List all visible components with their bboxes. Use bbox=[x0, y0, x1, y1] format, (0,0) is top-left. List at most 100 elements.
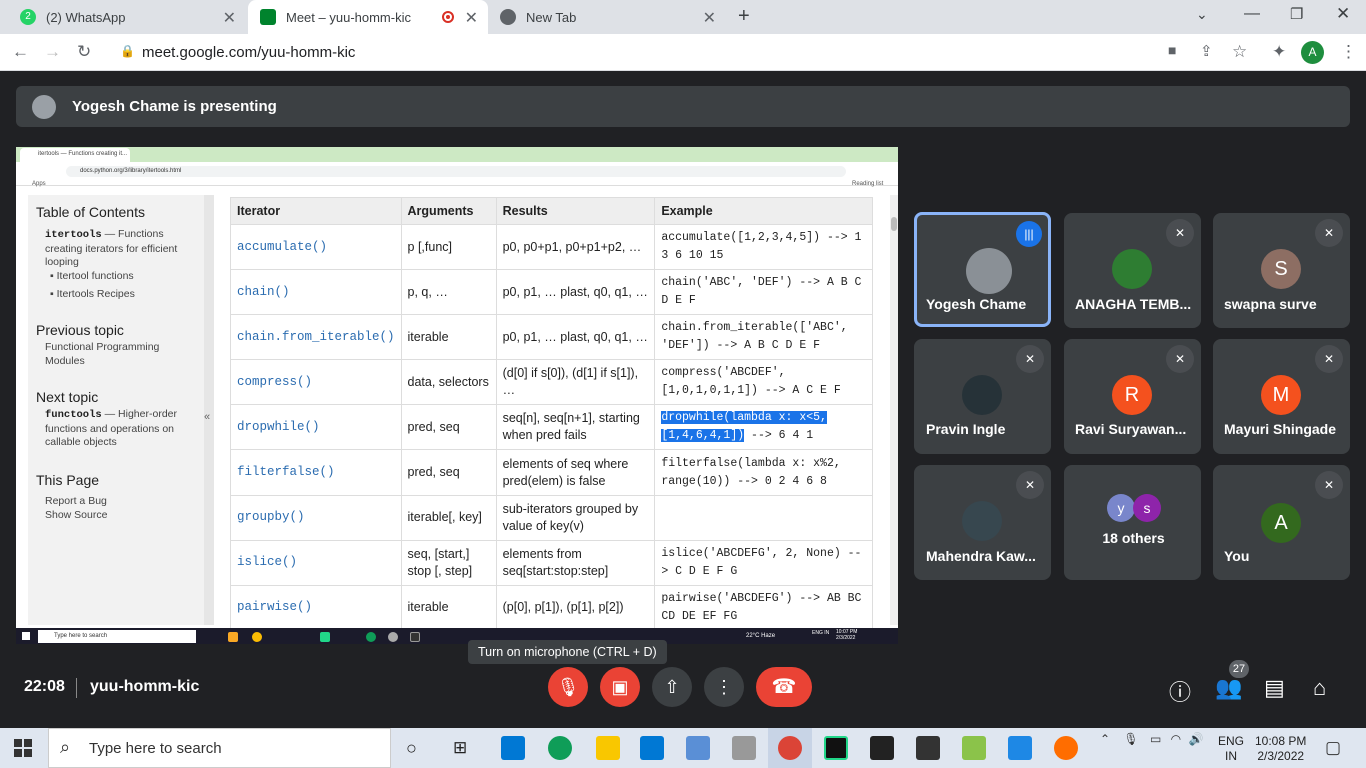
tab-label: New Tab bbox=[526, 9, 577, 25]
avatar: R bbox=[1112, 375, 1152, 415]
profile-avatar[interactable]: A bbox=[1301, 41, 1324, 64]
tab-new-tab[interactable]: New Tab ✕ bbox=[488, 0, 726, 34]
app-icon[interactable] bbox=[686, 736, 710, 760]
share-icon[interactable]: ⇪ bbox=[1200, 42, 1213, 60]
present-icon: ⇧ bbox=[664, 677, 680, 697]
microphone-icon[interactable]: 🎙 bbox=[1123, 732, 1138, 746]
tab-search-icon[interactable]: ⌄ bbox=[1196, 6, 1208, 23]
participant-tile[interactable]: S ✕ swapna surve bbox=[1213, 213, 1350, 328]
participant-tile[interactable]: M ✕ Mayuri Shingade bbox=[1213, 339, 1350, 454]
pycharm-icon[interactable] bbox=[824, 736, 848, 760]
address-bar[interactable]: 🔒 meet.google.com/yuu-homm-kic bbox=[108, 39, 1153, 66]
extensions-icon[interactable]: ✦ bbox=[1272, 42, 1286, 62]
table-row: dropwhile() pred, seq seq[n], seq[n+1], st… bbox=[230, 404, 873, 451]
app-icon[interactable] bbox=[1054, 736, 1078, 760]
reload-icon[interactable]: ↻ bbox=[77, 42, 91, 62]
table-row: islice() seq, [start,] stop [, step] eleme… bbox=[230, 539, 873, 586]
sidebar-collapse-strip bbox=[204, 195, 214, 625]
chat-icon[interactable]: ▤ bbox=[1264, 675, 1285, 701]
maximize-icon[interactable]: ❐ bbox=[1290, 5, 1303, 23]
shared-reading-list: Reading list bbox=[852, 181, 884, 187]
store-icon[interactable] bbox=[640, 736, 664, 760]
terminal-icon[interactable] bbox=[870, 736, 894, 760]
participant-tile[interactable]: ✕ Mahendra Kaw... bbox=[914, 465, 1051, 580]
windows-start-icon[interactable] bbox=[14, 739, 32, 757]
participant-tile[interactable]: ✕ ANAGHA TEMB... bbox=[1064, 213, 1201, 328]
chevron-up-icon[interactable]: ⌃ bbox=[1100, 732, 1110, 746]
people-count-badge: 27 bbox=[1229, 660, 1249, 678]
system-tray: ⌃ 🎙 ▭ ◠ 🔊 bbox=[1100, 732, 1203, 746]
participant-tile[interactable]: ||| Yogesh Chame bbox=[914, 212, 1051, 327]
wifi-icon[interactable]: ◠ bbox=[1171, 732, 1181, 746]
others-tile[interactable]: y s bbox=[1064, 465, 1201, 580]
table-row: filterfalse() pred, seq elements of seq wh… bbox=[230, 449, 873, 496]
people-icon[interactable]: 👥 bbox=[1215, 675, 1242, 701]
next-heading: Next topic bbox=[36, 389, 99, 405]
cell-example bbox=[654, 494, 873, 541]
tab-meet[interactable]: Meet – yuu-homm-kic ✕ bbox=[248, 0, 488, 34]
close-icon[interactable]: ✕ bbox=[703, 8, 716, 28]
language-indicator[interactable]: ENG IN bbox=[1218, 734, 1244, 764]
close-icon[interactable]: ✕ bbox=[223, 8, 236, 28]
camera-toggle-button[interactable]: ▣ bbox=[600, 667, 640, 707]
file-explorer-icon[interactable] bbox=[596, 736, 620, 760]
forward-icon[interactable]: → bbox=[44, 42, 61, 62]
phone-icon: ☎ bbox=[771, 676, 797, 698]
close-icon[interactable]: ✕ bbox=[465, 8, 478, 28]
cortana-icon[interactable]: ○ bbox=[406, 738, 417, 759]
mic-off-icon: ✕ bbox=[1166, 345, 1194, 373]
shared-tab-strip bbox=[16, 147, 898, 162]
minimize-icon[interactable]: — bbox=[1244, 5, 1260, 23]
avatar bbox=[1112, 249, 1152, 289]
cell-args: p [,func] bbox=[400, 223, 497, 271]
camera-off-icon: ▣ bbox=[611, 677, 629, 697]
whatsapp-icon: 2 bbox=[20, 9, 36, 25]
cell-example: dropwhile(lambda x: x<5, [1,4,6,4,1]) --… bbox=[654, 404, 873, 451]
self-tile[interactable]: A ✕ You bbox=[1213, 465, 1350, 580]
photos-icon[interactable] bbox=[1008, 736, 1032, 760]
notepad-icon[interactable] bbox=[962, 736, 986, 760]
mic-off-icon: ✕ bbox=[1016, 345, 1044, 373]
participant-name: Ravi Suryawan... bbox=[1075, 421, 1187, 437]
task-view-icon[interactable]: ⊞ bbox=[453, 738, 467, 758]
cell-example: accumulate([1,2,3,4,5]) --> 1 3 6 10 15 bbox=[654, 223, 873, 271]
prev-heading: Previous topic bbox=[36, 322, 124, 338]
edge-icon[interactable] bbox=[548, 736, 572, 760]
header-results: Results bbox=[495, 197, 656, 225]
cell-iterator: pairwise() bbox=[230, 584, 402, 631]
table-row: pairwise() iterable (p[0], p[1]), (p[1], p… bbox=[230, 584, 873, 631]
mic-tooltip: Turn on microphone (CTRL + D) bbox=[468, 640, 667, 664]
participant-tile[interactable]: ✕ Pravin Ingle bbox=[914, 339, 1051, 454]
notification-icon[interactable]: ▢ bbox=[1325, 738, 1341, 758]
more-options-button[interactable]: ⋮ bbox=[704, 667, 744, 707]
end-call-button[interactable]: ☎ bbox=[756, 667, 812, 707]
avatar: s bbox=[1133, 494, 1161, 522]
new-tab-icon[interactable]: + bbox=[738, 5, 750, 28]
volume-icon[interactable]: 🔊 bbox=[1189, 732, 1204, 746]
taskbar-search-input[interactable]: Type here to search bbox=[48, 728, 391, 768]
avatar: M bbox=[1261, 375, 1301, 415]
shared-scroll-thumb bbox=[891, 217, 897, 231]
mail-icon[interactable] bbox=[501, 736, 525, 760]
bookmark-star-icon[interactable]: ☆ bbox=[1232, 42, 1247, 62]
participant-tile[interactable]: R ✕ Ravi Suryawan... bbox=[1064, 339, 1201, 454]
tab-label: (2) WhatsApp bbox=[46, 9, 126, 25]
divider bbox=[76, 678, 77, 698]
mic-toggle-button[interactable]: 🎙 bbox=[548, 667, 588, 707]
cell-results: seq[n], seq[n+1], starting when pred fai… bbox=[495, 404, 656, 451]
window-close-icon[interactable]: ✕ bbox=[1336, 4, 1350, 24]
camera-icon[interactable]: ■ bbox=[1168, 42, 1176, 58]
info-icon[interactable]: ⓘ bbox=[1169, 675, 1191, 707]
menu-icon[interactable]: ⋮ bbox=[1340, 42, 1357, 62]
activities-icon[interactable]: ⌂ bbox=[1313, 675, 1326, 701]
calculator-icon[interactable] bbox=[732, 736, 756, 760]
mysql-icon[interactable] bbox=[916, 736, 940, 760]
present-button[interactable]: ⇧ bbox=[652, 667, 692, 707]
cell-example: chain.from_iterable(['ABC', 'DEF']) --> … bbox=[654, 314, 873, 361]
battery-icon[interactable]: ▭ bbox=[1150, 732, 1161, 746]
shared-tab: itertools — Functions creating it... bbox=[20, 148, 130, 162]
back-icon[interactable]: ← bbox=[12, 42, 29, 62]
page-heading: This Page bbox=[36, 472, 100, 488]
tab-whatsapp[interactable]: 2 (2) WhatsApp ✕ bbox=[8, 0, 246, 34]
taskbar-clock[interactable]: 10:08 PM 2/3/2022 bbox=[1255, 734, 1306, 764]
